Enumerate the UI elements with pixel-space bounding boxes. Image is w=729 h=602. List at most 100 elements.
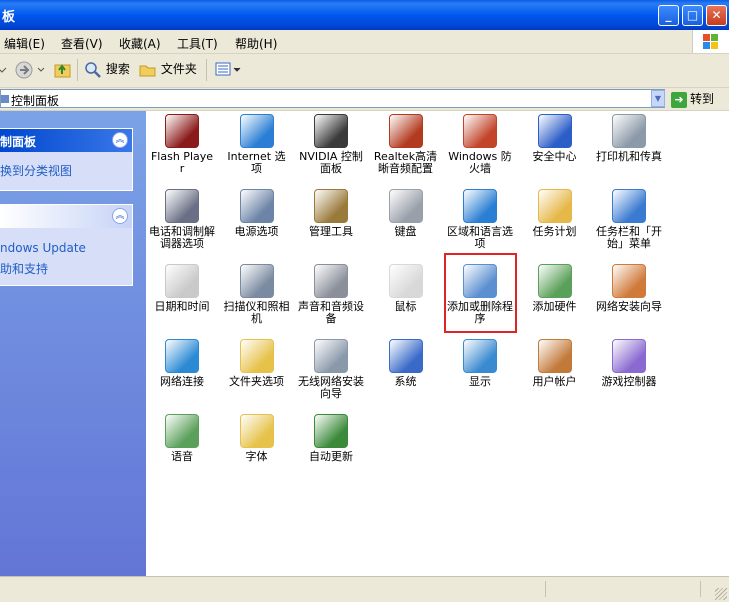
item-label: 网络连接: [160, 375, 204, 388]
collapse-chevron-icon[interactable]: ︽: [112, 208, 128, 224]
control-panel-item[interactable]: 键盘: [373, 189, 439, 238]
control-panel-item[interactable]: 添加硬件: [522, 264, 588, 313]
panel-header[interactable]: 制面板 ︽: [0, 129, 132, 152]
forward-button[interactable]: [14, 60, 48, 80]
maximize-button[interactable]: □: [682, 5, 703, 26]
minimize-button[interactable]: _: [658, 5, 679, 26]
views-button[interactable]: [214, 60, 242, 80]
security-center-icon: [537, 114, 572, 148]
control-panel-item[interactable]: 打印机和传真: [596, 114, 662, 163]
panel-title: 制面板: [0, 135, 37, 149]
windows-flag-icon: [703, 34, 719, 49]
control-panel-item[interactable]: 语音: [149, 414, 215, 463]
item-label: 管理工具: [309, 225, 353, 238]
control-panel-item[interactable]: 电话和调制解调器选项: [149, 189, 215, 250]
item-label: 文件夹选项: [229, 375, 284, 388]
folder-options-icon: [239, 339, 274, 373]
control-panel-item[interactable]: 游戏控制器: [596, 339, 662, 388]
windows-logo: [692, 30, 729, 53]
menu-favorites[interactable]: 收藏(A): [119, 35, 161, 52]
folders-button[interactable]: 文件夹: [139, 60, 197, 80]
control-panel-item[interactable]: 声音和音频设备: [298, 264, 364, 325]
item-label: 电源选项: [234, 225, 279, 238]
control-panel-icon: [1, 95, 9, 103]
menu-bar: 编辑(E) 查看(V) 收藏(A) 工具(T) 帮助(H): [0, 30, 729, 54]
control-panel-item[interactable]: Realtek高清晰音频配置: [373, 114, 439, 175]
control-panel-item[interactable]: 任务栏和「开始」菜单: [596, 189, 662, 250]
item-label: 网络安装向导: [596, 300, 662, 313]
control-panel-item[interactable]: 网络安装向导: [596, 264, 662, 313]
speech-icon: [165, 414, 199, 448]
windows-update-link[interactable]: ndows Update: [0, 241, 86, 255]
views-icon: [215, 62, 241, 76]
internet-options-icon: [239, 114, 274, 148]
up-folder-icon: [54, 64, 71, 78]
item-label: 打印机和传真: [596, 150, 662, 163]
search-button[interactable]: 搜索: [84, 60, 130, 80]
control-panel-item[interactable]: Flash Player: [149, 114, 215, 175]
control-panel-item[interactable]: 无线网络安装向导: [298, 339, 364, 400]
system-icon: [388, 339, 423, 373]
address-dropdown-button[interactable]: ▼: [651, 90, 665, 107]
folders-icon: [139, 65, 156, 76]
game-controller-icon: [612, 339, 646, 373]
up-folder-button[interactable]: [53, 60, 73, 80]
item-label: 字体: [245, 450, 268, 463]
control-panel-item[interactable]: 鼠标: [373, 264, 439, 313]
collapse-chevron-icon[interactable]: ︽: [112, 132, 128, 148]
control-panel-item[interactable]: 扫描仪和照相机: [224, 264, 290, 325]
menu-help[interactable]: 帮助(H): [235, 35, 277, 52]
status-bar: [0, 576, 729, 602]
control-panel-item[interactable]: 字体: [224, 414, 290, 463]
item-label: 电话和调制解调器选项: [149, 225, 215, 250]
item-label: Windows 防火墙: [448, 150, 512, 175]
control-panel-item[interactable]: 网络连接: [149, 339, 215, 388]
network-connections-icon: [165, 339, 199, 373]
control-panel-item[interactable]: 管理工具: [298, 189, 364, 238]
item-label: 任务计划: [532, 225, 577, 238]
status-divider: [545, 581, 546, 597]
item-label: 声音和音频设备: [298, 300, 364, 325]
control-panel-item[interactable]: 显示: [447, 339, 513, 388]
item-label: 用户帐户: [532, 375, 577, 388]
close-button[interactable]: ✕: [706, 5, 727, 26]
menu-tools[interactable]: 工具(T): [177, 35, 218, 52]
menu-edit[interactable]: 编辑(E): [4, 35, 45, 52]
automatic-updates-icon: [314, 414, 348, 448]
item-label: 键盘: [394, 225, 417, 238]
help-support-link[interactable]: 助和支持: [0, 260, 48, 277]
menu-view[interactable]: 查看(V): [61, 35, 103, 52]
control-panel-item[interactable]: 任务计划: [522, 189, 588, 238]
resize-grip-icon[interactable]: [715, 588, 727, 600]
scanner-camera-icon: [239, 264, 274, 298]
control-panel-item[interactable]: Internet 选项: [224, 114, 290, 175]
region-language-icon: [463, 189, 497, 223]
control-panel-item[interactable]: Windows 防火墙: [447, 114, 513, 175]
control-panel-item[interactable]: 用户帐户: [522, 339, 588, 388]
control-panel-item[interactable]: 电源选项: [224, 189, 290, 238]
taskbar-icon: [612, 189, 646, 223]
control-panel-item[interactable]: NVIDIA 控制面板: [298, 114, 364, 175]
control-panel-item[interactable]: 日期和时间: [149, 264, 215, 313]
item-label: 自动更新: [309, 450, 353, 463]
control-panel-panel: 制面板 ︽ 换到分类视图: [0, 128, 133, 191]
control-panel-item[interactable]: 文件夹选项: [224, 339, 290, 388]
control-panel-item[interactable]: 自动更新: [298, 414, 364, 463]
mouse-icon: [388, 264, 423, 298]
selection-highlight: [444, 253, 517, 333]
switch-to-category-view-link[interactable]: 换到分类视图: [0, 162, 72, 179]
printer-icon: [612, 114, 646, 148]
control-panel-item[interactable]: 系统: [373, 339, 439, 388]
title-bar: 板 _ □ ✕: [0, 0, 729, 30]
back-button[interactable]: [0, 60, 10, 80]
address-value: 控制面板: [11, 94, 60, 108]
address-input[interactable]: 控制面板: [0, 89, 665, 108]
item-label: 区域和语言选项: [447, 225, 513, 250]
toolbar-separator: [77, 59, 78, 81]
panel-header[interactable]: ︽: [0, 205, 132, 228]
display-icon: [463, 339, 497, 373]
network-setup-icon: [612, 264, 646, 298]
go-button[interactable]: ➜ 转到: [671, 90, 714, 108]
control-panel-item[interactable]: 区域和语言选项: [447, 189, 513, 250]
control-panel-item[interactable]: 安全中心: [522, 114, 588, 163]
